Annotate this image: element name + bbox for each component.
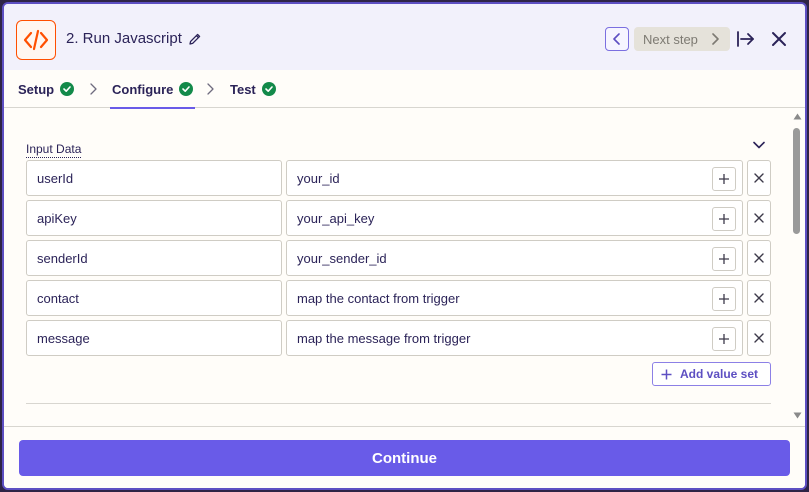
value-text: your_sender_id <box>297 250 387 266</box>
remove-row-button[interactable] <box>747 320 771 356</box>
plus-icon <box>719 214 729 224</box>
key-input[interactable]: apiKey <box>26 200 282 236</box>
input-data-row: contact map the contact from trigger <box>26 280 771 316</box>
input-data-row: message map the message from trigger <box>26 320 771 356</box>
insert-data-button[interactable] <box>712 287 736 311</box>
key-input[interactable]: userId <box>26 160 282 196</box>
plus-icon <box>719 174 729 184</box>
value-text: your_id <box>297 170 340 186</box>
check-circle-icon <box>60 82 75 96</box>
value-input[interactable]: your_id <box>286 160 743 196</box>
tab-label: Configure <box>112 81 174 97</box>
expand-panel-button[interactable] <box>735 28 757 50</box>
tab-label: Setup <box>18 81 55 97</box>
next-step-button[interactable]: Next step <box>634 27 730 51</box>
section-divider <box>26 403 771 404</box>
insert-data-button[interactable] <box>712 207 736 231</box>
step-title[interactable]: 2. Run Javascript <box>66 30 202 47</box>
close-icon <box>754 173 764 183</box>
input-data-label: Input Data <box>26 142 82 158</box>
tab-label: Test <box>230 81 256 97</box>
add-value-set-label: Add value set <box>680 367 759 381</box>
plus-icon <box>661 369 672 379</box>
step-header: 2. Run Javascript Next step <box>4 4 805 70</box>
chevron-left-icon <box>613 33 620 45</box>
close-button[interactable] <box>769 29 789 49</box>
value-text: map the contact from trigger <box>297 290 460 306</box>
check-circle-icon <box>179 82 194 96</box>
key-input[interactable]: message <box>26 320 282 356</box>
collapse-section-button[interactable] <box>751 137 767 153</box>
insert-data-button[interactable] <box>712 327 736 351</box>
remove-row-button[interactable] <box>747 200 771 236</box>
pencil-icon[interactable] <box>188 32 202 46</box>
key-input[interactable]: contact <box>26 280 282 316</box>
step-title-text: 2. Run Javascript <box>66 30 182 47</box>
scroll-up-arrow-icon[interactable] <box>793 113 802 120</box>
close-icon <box>754 293 764 303</box>
expand-panel-icon <box>737 31 754 47</box>
chevron-down-icon <box>753 141 765 149</box>
value-text: map the message from trigger <box>297 330 471 346</box>
input-data-row: senderId your_sender_id <box>26 240 771 276</box>
plus-icon <box>719 254 729 264</box>
remove-row-button[interactable] <box>747 240 771 276</box>
previous-step-button[interactable] <box>605 27 629 51</box>
chevron-right-icon <box>207 83 214 95</box>
value-input[interactable]: your_sender_id <box>286 240 743 276</box>
key-input[interactable]: senderId <box>26 240 282 276</box>
step-footer: Continue <box>4 426 805 488</box>
scroll-down-arrow-icon[interactable] <box>793 412 802 419</box>
plus-icon <box>719 294 729 304</box>
value-input[interactable]: map the contact from trigger <box>286 280 743 316</box>
next-step-label: Next step <box>643 31 698 47</box>
step-tabs: Setup Configure Test <box>4 70 805 109</box>
scrollbar-thumb[interactable] <box>793 128 800 234</box>
tab-test[interactable]: Test <box>230 70 276 108</box>
tab-setup[interactable]: Setup <box>18 70 75 108</box>
code-brackets-icon <box>16 20 56 60</box>
add-value-set-button[interactable]: Add value set <box>652 362 771 386</box>
remove-row-button[interactable] <box>747 280 771 316</box>
step-editor-panel: 2. Run Javascript Next step Setup Config… <box>2 2 807 490</box>
insert-data-button[interactable] <box>712 247 736 271</box>
check-circle-icon <box>261 82 276 96</box>
value-input[interactable]: map the message from trigger <box>286 320 743 356</box>
continue-button[interactable]: Continue <box>19 440 790 476</box>
close-icon <box>754 213 764 223</box>
configure-content: Input Data userId your_id apiKey your_ap… <box>4 109 805 426</box>
chevron-right-icon <box>90 83 97 95</box>
tab-configure[interactable]: Configure <box>109 70 196 109</box>
value-text: your_api_key <box>297 210 375 226</box>
input-data-row: userId your_id <box>26 160 771 196</box>
plus-icon <box>719 334 729 344</box>
remove-row-button[interactable] <box>747 160 771 196</box>
close-icon <box>754 253 764 263</box>
close-icon <box>772 32 786 46</box>
insert-data-button[interactable] <box>712 167 736 191</box>
close-icon <box>754 333 764 343</box>
chevron-right-icon <box>712 33 719 45</box>
value-input[interactable]: your_api_key <box>286 200 743 236</box>
input-data-row: apiKey your_api_key <box>26 200 771 236</box>
